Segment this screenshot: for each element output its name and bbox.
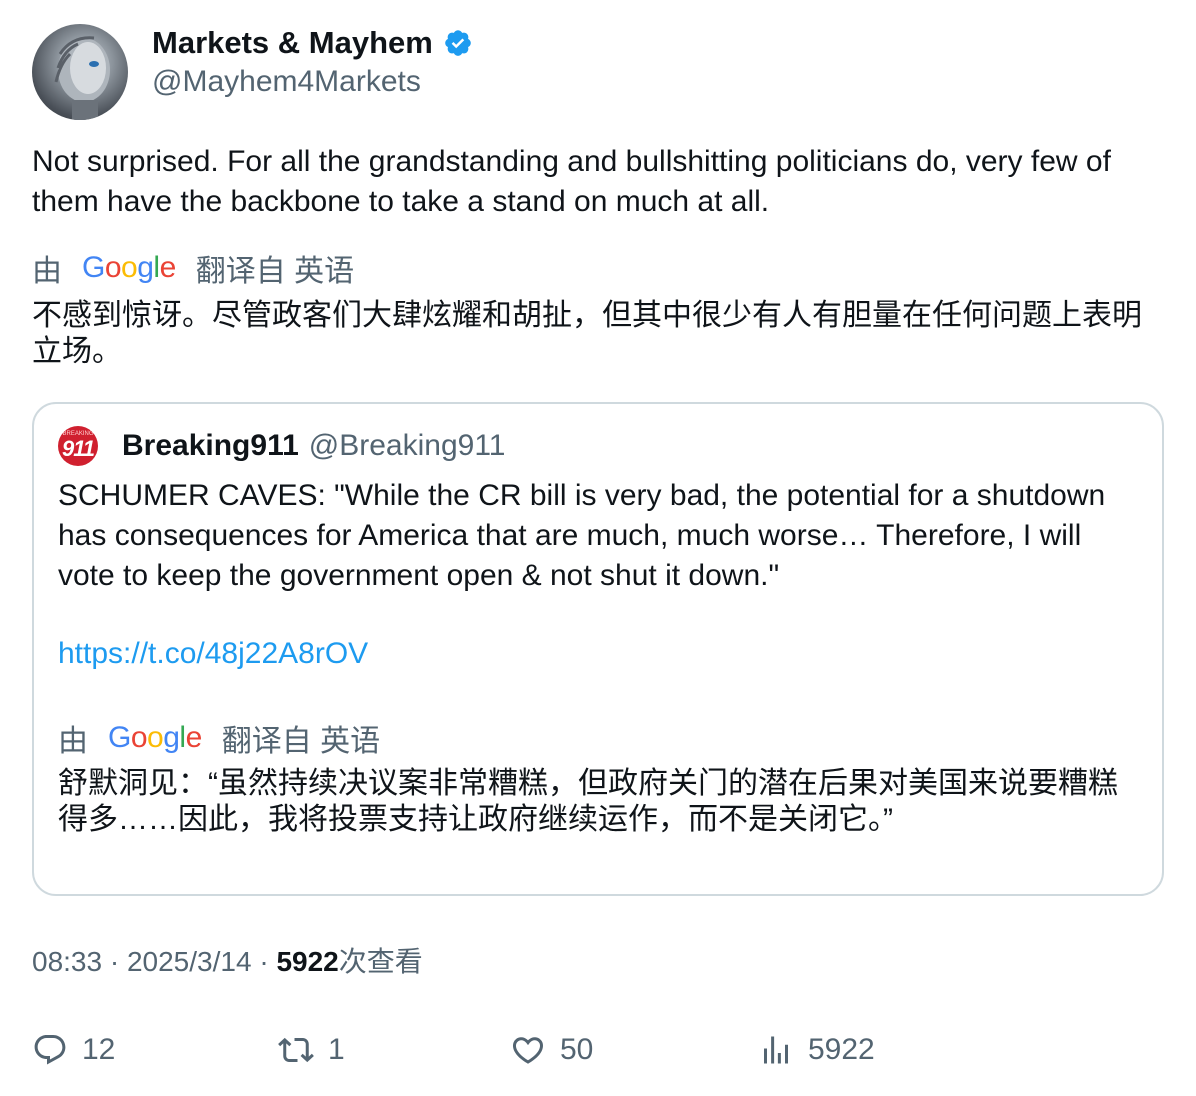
quoted-tweet-text: SCHUMER CAVES: "While the CR bill is ver…	[58, 479, 1106, 592]
tweet-header: Markets & Mayhem @Mayhem4Markets	[32, 24, 473, 120]
quoted-translation-prefix: 由	[58, 725, 88, 758]
avatar[interactable]	[32, 24, 128, 120]
quoted-author-name[interactable]: Breaking911	[122, 429, 299, 463]
reply-icon	[34, 1035, 66, 1065]
retweet-count: 1	[328, 1033, 345, 1066]
tweet-text: Not surprised. For all the grandstanding…	[32, 145, 1111, 218]
heart-icon	[512, 1037, 544, 1064]
quoted-tweet-header: BREAKING 911 Breaking911 @Breaking911	[58, 426, 505, 466]
verified-badge-icon	[445, 30, 471, 56]
tweet-date[interactable]: 2025/3/14	[127, 946, 252, 977]
quoted-avatar-text: 911	[61, 436, 95, 461]
tweet-time[interactable]: 08:33	[32, 946, 102, 977]
tweet-detail: Markets & Mayhem @Mayhem4Markets Not sur…	[0, 0, 1196, 1096]
quoted-avatar-top-text: BREAKING	[62, 431, 94, 437]
google-logo-icon: Google	[108, 721, 202, 754]
author-info: Markets & Mayhem @Mayhem4Markets	[152, 26, 473, 100]
translation-attribution: 由 Google 翻译自 英语	[32, 248, 354, 288]
retweet-button[interactable]: 1	[278, 1028, 345, 1072]
quoted-tweet-card[interactable]: BREAKING 911 Breaking911 @Breaking911 SC…	[32, 402, 1164, 896]
translation-prefix: 由	[32, 255, 62, 288]
tweet-meta: 08:33 · 2025/3/14 · 5922次查看	[32, 942, 423, 982]
reply-button[interactable]: 12	[32, 1028, 115, 1072]
views-action-count: 5922	[808, 1033, 875, 1066]
quoted-author-handle[interactable]: @Breaking911	[309, 429, 506, 463]
reply-count: 12	[82, 1033, 116, 1066]
like-count: 50	[560, 1033, 594, 1066]
author-display-name[interactable]: Markets & Mayhem	[152, 26, 433, 60]
meta-separator: ·	[251, 946, 277, 977]
analytics-icon	[764, 1036, 788, 1064]
views-count: 5922	[276, 946, 339, 977]
views-button[interactable]: 5922	[758, 1028, 875, 1072]
quoted-translation-suffix[interactable]: 翻译自 英语	[222, 716, 380, 760]
robot-avatar-icon	[54, 36, 110, 120]
quoted-tweet-link[interactable]: https://t.co/48j22A8rOV	[58, 634, 368, 674]
quoted-avatar[interactable]: BREAKING 911	[58, 426, 98, 466]
quoted-translated-text: 舒默洞见：“虽然持续决议案非常糟糕，但政府关门的潜在后果对美国来说要糟糕得多………	[58, 767, 1118, 836]
views-label: 次查看	[338, 946, 423, 977]
retweet-icon	[278, 1037, 314, 1063]
author-handle[interactable]: @Mayhem4Markets	[152, 64, 473, 100]
like-button[interactable]: 50	[510, 1028, 593, 1072]
action-bar: 12 1 50 5922	[32, 1028, 1162, 1072]
google-logo-icon: Google	[82, 251, 176, 284]
meta-separator: ·	[102, 946, 127, 977]
tweet-translated-text: 不感到惊讶。尽管政客们大肆炫耀和胡扯，但其中很少有人有胆量在任何问题上表明立场。	[32, 299, 1142, 368]
translation-suffix[interactable]: 翻译自 英语	[196, 246, 354, 290]
quoted-translation-attribution: 由 Google 翻译自 英语	[58, 718, 380, 758]
